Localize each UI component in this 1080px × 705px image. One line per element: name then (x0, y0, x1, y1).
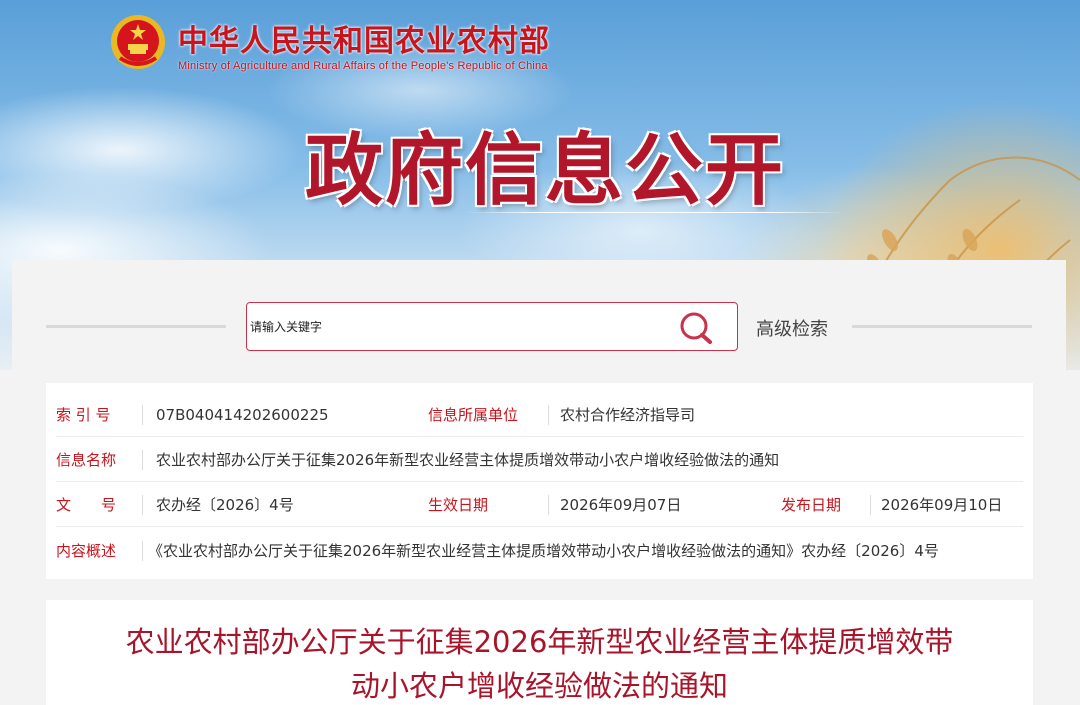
info-table: 索 引 号 07B040414202600225 信息所属单位 农村合作经济指导… (46, 383, 1033, 579)
ministry-name-en: Ministry of Agriculture and Rural Affair… (178, 60, 548, 72)
table-row: 索 引 号 07B040414202600225 信息所属单位 农村合作经济指导… (56, 393, 1023, 437)
search-divider-right (852, 325, 1032, 328)
article-title: 农业农村部办公厅关于征集2026年新型农业经营主体提质增效带 动小农户增收经验做… (46, 620, 1033, 705)
section-title: 政府信息公开 (305, 126, 786, 216)
doc-number-label: 文 号 (56, 496, 117, 514)
divider (548, 405, 549, 425)
divider (870, 495, 871, 515)
table-row: 文 号 农办经〔2026〕4号 生效日期 2026年09月07日 发布日期 20… (56, 483, 1023, 527)
index-value: 07B040414202600225 (156, 406, 329, 424)
article-title-line-2: 动小农户增收经验做法的通知 (350, 669, 728, 703)
national-emblem-icon (111, 15, 165, 69)
table-row: 信息名称 农业农村部办公厅关于征集2026年新型农业经营主体提质增效带动小农户增… (56, 438, 1023, 482)
table-row: 内容概述 《农业农村部办公厅关于征集2026年新型农业经营主体提质增效带动小农户… (56, 529, 1023, 573)
advanced-search-link[interactable]: 高级检索 (756, 315, 828, 341)
ministry-name-cn: 中华人民共和国农业农村部 (178, 24, 550, 59)
index-label: 索 引 号 (56, 406, 111, 424)
effective-date-value: 2026年09月07日 (560, 496, 682, 514)
search-icon[interactable] (677, 309, 715, 347)
name-value: 农业农村部办公厅关于征集2026年新型农业经营主体提质增效带动小农户增收经验做法… (156, 451, 780, 469)
publish-date-value: 2026年09月10日 (881, 496, 1003, 514)
article-card: 农业农村部办公厅关于征集2026年新型农业经营主体提质增效带 动小农户增收经验做… (46, 600, 1033, 705)
summary-label: 内容概述 (56, 542, 117, 560)
doc-number-value: 农办经〔2026〕4号 (156, 496, 294, 514)
unit-value: 农村合作经济指导司 (560, 406, 696, 424)
summary-value: 《农业农村部办公厅关于征集2026年新型农业经营主体提质增效带动小农户增收经验做… (148, 542, 939, 560)
effective-date-label: 生效日期 (428, 496, 489, 514)
divider (142, 405, 143, 425)
divider (142, 450, 143, 470)
search-divider-left (46, 325, 226, 328)
divider (548, 495, 549, 515)
divider (142, 495, 143, 515)
article-title-line-1: 农业农村部办公厅关于征集2026年新型农业经营主体提质增效带 (125, 625, 954, 659)
name-label: 信息名称 (56, 451, 117, 469)
search-input[interactable] (248, 304, 668, 349)
publish-date-label: 发布日期 (781, 496, 842, 514)
divider (142, 541, 143, 561)
unit-label: 信息所属单位 (428, 406, 519, 424)
title-divider (465, 212, 845, 213)
search-box (246, 302, 738, 351)
